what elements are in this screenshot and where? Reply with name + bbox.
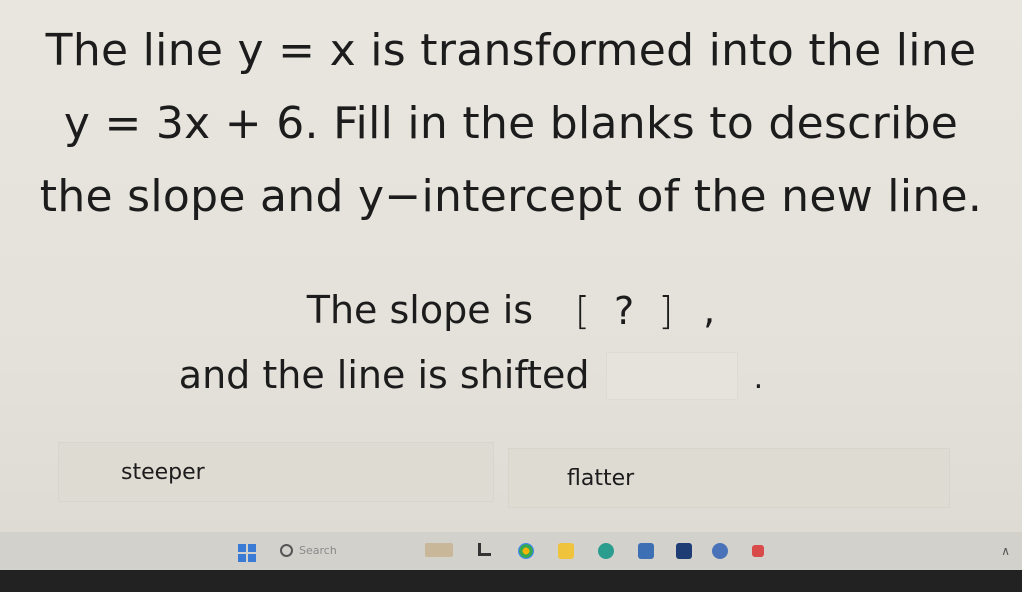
chevron-up-icon[interactable]: ∧ — [1001, 544, 1010, 558]
question-line-3: the slope and y−intercept of the new lin… — [39, 171, 983, 222]
period: . — [753, 361, 764, 396]
windows-icon[interactable] — [238, 544, 256, 562]
choice-steeper-label: steeper — [121, 459, 205, 485]
weather-icon[interactable] — [425, 543, 453, 557]
choice-steeper[interactable]: steeper — [58, 442, 494, 502]
lenovo-icon[interactable] — [676, 543, 692, 559]
shift-sentence: and the line is shifted . — [0, 352, 982, 400]
screen-bezel — [0, 570, 1022, 592]
shift-blank[interactable] — [605, 352, 738, 400]
edge-icon[interactable] — [598, 543, 614, 559]
slope-sentence: The slope is [ ? ], — [0, 288, 1022, 337]
slope-blank-placeholder: ? — [614, 288, 635, 333]
app-icon[interactable] — [712, 543, 728, 559]
slope-label: The slope is — [306, 288, 534, 332]
question-line-2: y = 3x + 6. Fill in the blanks to descri… — [63, 98, 959, 149]
question-line-1: The line y = x is transformed into the l… — [45, 25, 977, 76]
comma: , — [703, 288, 716, 332]
slope-blank[interactable]: [ ? ] — [549, 289, 699, 337]
choice-flatter-label: flatter — [567, 465, 635, 491]
chrome-icon[interactable] — [518, 543, 534, 559]
search-icon — [280, 543, 293, 557]
record-icon[interactable] — [752, 545, 764, 557]
taskbar: Search ∧ — [0, 532, 1022, 570]
shift-label: and the line is shifted — [178, 353, 590, 397]
store-icon[interactable] — [638, 543, 654, 559]
taskbar-search[interactable]: Search — [280, 538, 390, 562]
question-text: The line y = x is transformed into the l… — [0, 14, 1022, 233]
choice-flatter[interactable]: flatter — [508, 448, 950, 508]
files-icon[interactable] — [478, 543, 491, 556]
search-placeholder: Search — [299, 543, 337, 557]
folder-icon[interactable] — [558, 543, 574, 559]
